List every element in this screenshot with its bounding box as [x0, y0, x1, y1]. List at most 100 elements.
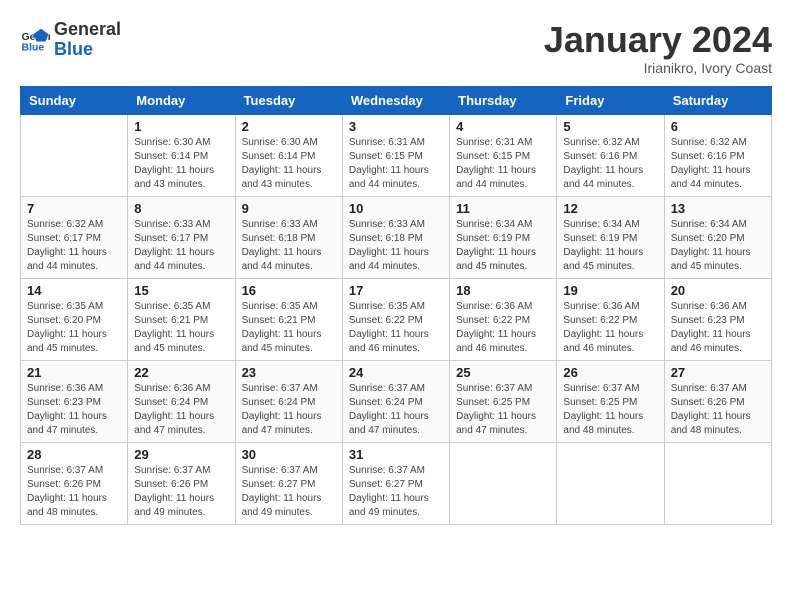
- calendar-cell: 7 Sunrise: 6:32 AMSunset: 6:17 PMDaylight…: [21, 196, 128, 278]
- day-info: Sunrise: 6:37 AMSunset: 6:25 PMDaylight:…: [563, 382, 657, 438]
- logo-general-text: General: [54, 20, 121, 40]
- day-number: 3: [349, 119, 443, 134]
- day-number: 26: [563, 365, 657, 380]
- calendar-cell: 1Sunrise: 6:30 AMSunset: 6:14 PMDaylight…: [128, 114, 235, 196]
- weekday-header: Friday: [557, 86, 664, 114]
- day-info: Sunrise: 6:37 AMSunset: 6:26 PMDaylight:…: [134, 464, 228, 520]
- day-number: 18: [456, 283, 550, 298]
- day-info: Sunrise: 6:35 AMSunset: 6:20 PMDaylight:…: [27, 300, 121, 356]
- day-info: Sunrise: 6:36 AMSunset: 6:22 PMDaylight:…: [456, 300, 550, 356]
- day-info: Sunrise: 6:33 AMSunset: 6:18 PMDaylight:…: [349, 218, 443, 274]
- day-info: Sunrise: 6:37 AMSunset: 6:26 PMDaylight:…: [671, 382, 765, 438]
- calendar-cell: 14 Sunrise: 6:35 AMSunset: 6:20 PMDayligh…: [21, 278, 128, 360]
- day-number: 22: [134, 365, 228, 380]
- calendar-table: SundayMondayTuesdayWednesdayThursdayFrid…: [20, 86, 772, 525]
- day-info: Sunrise: 6:36 AMSunset: 6:22 PMDaylight:…: [563, 300, 657, 356]
- calendar-cell: 30 Sunrise: 6:37 AMSunset: 6:27 PMDayligh…: [235, 442, 342, 524]
- calendar-cell: 4Sunrise: 6:31 AMSunset: 6:15 PMDaylight…: [450, 114, 557, 196]
- day-info: Sunrise: 6:35 AMSunset: 6:21 PMDaylight:…: [242, 300, 336, 356]
- day-number: 16: [242, 283, 336, 298]
- day-number: 14: [27, 283, 121, 298]
- title-block: January 2024 Irianikro, Ivory Coast: [544, 20, 772, 76]
- day-info: Sunrise: 6:35 AMSunset: 6:22 PMDaylight:…: [349, 300, 443, 356]
- day-number: 13: [671, 201, 765, 216]
- calendar-cell: [664, 442, 771, 524]
- day-number: 20: [671, 283, 765, 298]
- calendar-week-row: 1Sunrise: 6:30 AMSunset: 6:14 PMDaylight…: [21, 114, 772, 196]
- svg-text:Blue: Blue: [22, 41, 45, 53]
- day-info: Sunrise: 6:33 AMSunset: 6:18 PMDaylight:…: [242, 218, 336, 274]
- calendar-cell: 11Sunrise: 6:34 AMSunset: 6:19 PMDayligh…: [450, 196, 557, 278]
- calendar-cell: [450, 442, 557, 524]
- calendar-cell: 23Sunrise: 6:37 AMSunset: 6:24 PMDayligh…: [235, 360, 342, 442]
- calendar-cell: 19Sunrise: 6:36 AMSunset: 6:22 PMDayligh…: [557, 278, 664, 360]
- weekday-header: Wednesday: [342, 86, 449, 114]
- day-number: 27: [671, 365, 765, 380]
- day-info: Sunrise: 6:33 AMSunset: 6:17 PMDaylight:…: [134, 218, 228, 274]
- day-info: Sunrise: 6:34 AMSunset: 6:19 PMDaylight:…: [563, 218, 657, 274]
- day-info: Sunrise: 6:32 AMSunset: 6:16 PMDaylight:…: [563, 136, 657, 192]
- day-number: 12: [563, 201, 657, 216]
- day-info: Sunrise: 6:36 AMSunset: 6:23 PMDaylight:…: [671, 300, 765, 356]
- day-info: Sunrise: 6:30 AMSunset: 6:14 PMDaylight:…: [134, 136, 228, 192]
- day-info: Sunrise: 6:37 AMSunset: 6:27 PMDaylight:…: [349, 464, 443, 520]
- day-number: 5: [563, 119, 657, 134]
- calendar-cell: 31Sunrise: 6:37 AMSunset: 6:27 PMDayligh…: [342, 442, 449, 524]
- calendar-cell: 29 Sunrise: 6:37 AMSunset: 6:26 PMDayligh…: [128, 442, 235, 524]
- day-info: Sunrise: 6:36 AMSunset: 6:24 PMDaylight:…: [134, 382, 228, 438]
- calendar-cell: 3 Sunrise: 6:31 AMSunset: 6:15 PMDaylight…: [342, 114, 449, 196]
- weekday-header: Tuesday: [235, 86, 342, 114]
- day-number: 23: [242, 365, 336, 380]
- calendar-cell: 27 Sunrise: 6:37 AMSunset: 6:26 PMDayligh…: [664, 360, 771, 442]
- calendar-cell: 28Sunrise: 6:37 AMSunset: 6:26 PMDayligh…: [21, 442, 128, 524]
- page-header: General Blue General Blue January 2024 I…: [20, 20, 772, 76]
- calendar-cell: 18 Sunrise: 6:36 AMSunset: 6:22 PMDayligh…: [450, 278, 557, 360]
- day-number: 9: [242, 201, 336, 216]
- calendar-cell: 22 Sunrise: 6:36 AMSunset: 6:24 PMDayligh…: [128, 360, 235, 442]
- calendar-cell: 9 Sunrise: 6:33 AMSunset: 6:18 PMDaylight…: [235, 196, 342, 278]
- day-number: 2: [242, 119, 336, 134]
- day-number: 15: [134, 283, 228, 298]
- calendar-cell: 6 Sunrise: 6:32 AMSunset: 6:16 PMDaylight…: [664, 114, 771, 196]
- weekday-header: Sunday: [21, 86, 128, 114]
- location-subtitle: Irianikro, Ivory Coast: [544, 60, 772, 76]
- day-number: 8: [134, 201, 228, 216]
- day-info: Sunrise: 6:32 AMSunset: 6:17 PMDaylight:…: [27, 218, 121, 274]
- calendar-cell: 12 Sunrise: 6:34 AMSunset: 6:19 PMDayligh…: [557, 196, 664, 278]
- calendar-cell: 5 Sunrise: 6:32 AMSunset: 6:16 PMDaylight…: [557, 114, 664, 196]
- calendar-cell: 8 Sunrise: 6:33 AMSunset: 6:17 PMDaylight…: [128, 196, 235, 278]
- logo-blue-text: Blue: [54, 40, 121, 60]
- calendar-cell: 21Sunrise: 6:36 AMSunset: 6:23 PMDayligh…: [21, 360, 128, 442]
- day-number: 30: [242, 447, 336, 462]
- day-info: Sunrise: 6:37 AMSunset: 6:26 PMDaylight:…: [27, 464, 121, 520]
- calendar-cell: 24Sunrise: 6:37 AMSunset: 6:24 PMDayligh…: [342, 360, 449, 442]
- calendar-cell: 20 Sunrise: 6:36 AMSunset: 6:23 PMDayligh…: [664, 278, 771, 360]
- day-info: Sunrise: 6:32 AMSunset: 6:16 PMDaylight:…: [671, 136, 765, 192]
- day-number: 17: [349, 283, 443, 298]
- calendar-cell: 10Sunrise: 6:33 AMSunset: 6:18 PMDayligh…: [342, 196, 449, 278]
- calendar-week-row: 7 Sunrise: 6:32 AMSunset: 6:17 PMDaylight…: [21, 196, 772, 278]
- calendar-cell: 16 Sunrise: 6:35 AMSunset: 6:21 PMDayligh…: [235, 278, 342, 360]
- calendar-cell: [21, 114, 128, 196]
- day-info: Sunrise: 6:31 AMSunset: 6:15 PMDaylight:…: [349, 136, 443, 192]
- weekday-header: Saturday: [664, 86, 771, 114]
- weekday-header: Monday: [128, 86, 235, 114]
- day-info: Sunrise: 6:34 AMSunset: 6:19 PMDaylight:…: [456, 218, 550, 274]
- weekday-header-row: SundayMondayTuesdayWednesdayThursdayFrid…: [21, 86, 772, 114]
- calendar-week-row: 14 Sunrise: 6:35 AMSunset: 6:20 PMDayligh…: [21, 278, 772, 360]
- day-info: Sunrise: 6:36 AMSunset: 6:23 PMDaylight:…: [27, 382, 121, 438]
- calendar-week-row: 21Sunrise: 6:36 AMSunset: 6:23 PMDayligh…: [21, 360, 772, 442]
- day-number: 24: [349, 365, 443, 380]
- day-info: Sunrise: 6:35 AMSunset: 6:21 PMDaylight:…: [134, 300, 228, 356]
- day-number: 6: [671, 119, 765, 134]
- day-number: 7: [27, 201, 121, 216]
- day-info: Sunrise: 6:37 AMSunset: 6:27 PMDaylight:…: [242, 464, 336, 520]
- calendar-week-row: 28Sunrise: 6:37 AMSunset: 6:26 PMDayligh…: [21, 442, 772, 524]
- day-number: 4: [456, 119, 550, 134]
- calendar-cell: 25Sunrise: 6:37 AMSunset: 6:25 PMDayligh…: [450, 360, 557, 442]
- calendar-cell: 15 Sunrise: 6:35 AMSunset: 6:21 PMDayligh…: [128, 278, 235, 360]
- weekday-header: Thursday: [450, 86, 557, 114]
- logo-icon: General Blue: [20, 25, 50, 55]
- day-number: 29: [134, 447, 228, 462]
- logo: General Blue General Blue: [20, 20, 121, 60]
